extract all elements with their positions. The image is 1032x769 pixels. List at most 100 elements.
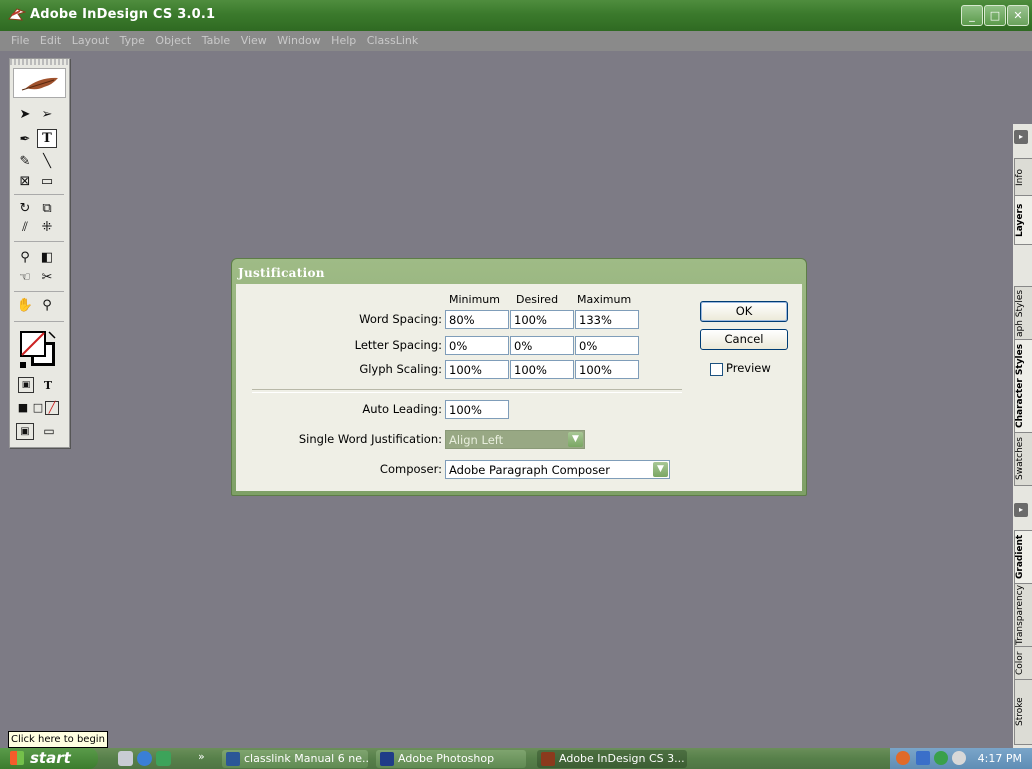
quicklaunch-overflow-icon[interactable]: » [198, 750, 205, 763]
indesign-feather-icon[interactable] [13, 68, 66, 98]
button-icon[interactable]: ☜ [16, 269, 34, 286]
tab-color[interactable]: Color [1014, 646, 1032, 680]
menu-edit[interactable]: Edit [40, 31, 61, 51]
menu-bar: File Edit Layout Type Object Table View … [0, 31, 1032, 51]
tray-network-icon[interactable] [916, 751, 930, 765]
menu-file[interactable]: File [11, 31, 29, 51]
menu-table[interactable]: Table [202, 31, 230, 51]
gradient-icon[interactable]: ◧ [38, 249, 56, 266]
shear-icon[interactable]: ⫽ [16, 219, 34, 236]
fill-stroke-swatch-icon[interactable] [19, 330, 59, 370]
task-adobe-photoshop[interactable]: Adobe Photoshop [376, 750, 526, 768]
preview-label[interactable]: Preview [726, 361, 771, 375]
task-classlink-manual[interactable]: classlink Manual 6 ne... [222, 750, 368, 768]
tab-transparency[interactable]: Transparency [1014, 583, 1032, 647]
word-spacing-label: Word Spacing: [359, 312, 442, 326]
pencil-icon[interactable]: ✎ [16, 153, 34, 170]
tab-swatches[interactable]: Swatches [1014, 432, 1032, 486]
show-desktop-icon[interactable] [118, 751, 133, 766]
panel-expand-icon[interactable]: ▸ [1014, 503, 1028, 517]
close-button[interactable]: ✕ [1007, 5, 1029, 26]
task-adobe-indesign[interactable]: Adobe InDesign CS 3... [537, 750, 687, 768]
chevron-down-icon[interactable]: ▼ [653, 462, 668, 477]
maximize-button[interactable]: □ [984, 5, 1006, 26]
zoom-icon[interactable]: ⚲ [38, 297, 56, 314]
formatting-container-icon[interactable]: ▣ [18, 377, 34, 393]
panel-expand-icon[interactable]: ▸ [1014, 130, 1028, 144]
direct-selection-icon[interactable]: ➢ [38, 106, 56, 123]
letter-spacing-desired-input[interactable]: 0% [510, 336, 574, 355]
composer-select[interactable]: Adobe Paragraph Composer ▼ [445, 460, 670, 479]
glyph-scaling-max-input[interactable]: 100% [575, 360, 639, 379]
free-transform-icon[interactable]: ⁜ [38, 219, 56, 236]
tab-gradient[interactable]: Gradient [1014, 530, 1032, 584]
scale-icon[interactable]: ⧉ [38, 200, 56, 217]
menu-classlink[interactable]: ClassLink [367, 31, 418, 51]
tray-app-icon[interactable] [952, 751, 966, 765]
toolbox-grip[interactable] [10, 59, 69, 65]
indesign-icon [541, 752, 555, 766]
selection-arrow-icon[interactable]: ➤ [16, 106, 34, 123]
word-spacing-max-input[interactable]: 133% [575, 310, 639, 329]
letter-spacing-max-input[interactable]: 0% [575, 336, 639, 355]
start-button[interactable]: start [0, 748, 98, 769]
ok-button[interactable]: OK [700, 301, 788, 322]
word-spacing-min-input[interactable]: 80% [445, 310, 509, 329]
letter-spacing-min-input[interactable]: 0% [445, 336, 509, 355]
photoshop-icon [380, 752, 394, 766]
menu-view[interactable]: View [241, 31, 267, 51]
apply-none-icon[interactable]: ╱ [45, 401, 59, 415]
composer-value: Adobe Paragraph Composer [449, 463, 610, 477]
window-titlebar[interactable]: Adobe InDesign CS 3.0.1 _ □ ✕ [0, 0, 1032, 31]
quicklaunch-app-icon[interactable] [156, 751, 171, 766]
preview-view-icon[interactable]: ▭ [40, 423, 58, 440]
rotate-icon[interactable]: ↻ [16, 200, 34, 217]
menu-layout[interactable]: Layout [72, 31, 109, 51]
eyedropper-icon[interactable]: ⚲ [16, 249, 34, 266]
rectangle-icon[interactable]: ▭ [38, 173, 56, 190]
dialog-title: Justification [238, 266, 325, 280]
normal-view-icon[interactable]: ▣ [16, 423, 34, 440]
start-label: start [30, 749, 71, 767]
toolbox-divider [14, 241, 64, 242]
toolbox-divider [14, 194, 64, 195]
glyph-scaling-desired-input[interactable]: 100% [510, 360, 574, 379]
menu-help[interactable]: Help [331, 31, 356, 51]
tab-stroke[interactable]: Stroke [1014, 679, 1032, 745]
toolbox-panel: ➤ ➢ ✒ T ✎ ╲ ⊠ ▭ ↻ ⧉ ⫽ ⁜ ⚲ ◧ ☜ ✂ ✋ ⚲ ▣ T … [9, 58, 70, 448]
menu-type[interactable]: Type [120, 31, 145, 51]
tab-character-styles[interactable]: Character Styles [1014, 339, 1032, 433]
chevron-down-icon: ▼ [568, 432, 583, 447]
preview-checkbox[interactable] [710, 363, 723, 376]
taskbar: start » classlink Manual 6 ne... Adobe P… [0, 748, 1032, 769]
internet-explorer-icon[interactable] [137, 751, 152, 766]
start-tooltip: Click here to begin [8, 731, 108, 748]
tab-info[interactable]: Info [1014, 158, 1032, 196]
formatting-text-icon[interactable]: T [39, 377, 57, 394]
tab-paragraph-styles[interactable]: aph Styles [1014, 286, 1032, 340]
glyph-scaling-min-input[interactable]: 100% [445, 360, 509, 379]
single-word-justification-select: Align Left ▼ [445, 430, 585, 449]
task-label: classlink Manual 6 ne... [244, 752, 368, 765]
line-icon[interactable]: ╲ [38, 153, 56, 170]
menu-window[interactable]: Window [277, 31, 320, 51]
menu-object[interactable]: Object [155, 31, 191, 51]
rectangle-frame-icon[interactable]: ⊠ [16, 173, 34, 190]
system-tray: 4:17 PM [890, 748, 1032, 769]
taskbar-clock: 4:17 PM [977, 752, 1022, 765]
hand-icon[interactable]: ✋ [16, 297, 34, 314]
column-header-maximum: Maximum [577, 293, 632, 306]
type-tool-icon[interactable]: T [37, 129, 57, 148]
cancel-button[interactable]: Cancel [700, 329, 788, 350]
auto-leading-label: Auto Leading: [362, 402, 442, 416]
scissors-icon[interactable]: ✂ [38, 269, 56, 286]
auto-leading-input[interactable]: 100% [445, 400, 509, 419]
indesign-app-icon [8, 8, 26, 21]
tray-user-icon[interactable] [934, 751, 948, 765]
word-spacing-desired-input[interactable]: 100% [510, 310, 574, 329]
tab-layers[interactable]: Layers [1014, 195, 1032, 245]
tray-arrow-icon[interactable] [896, 751, 910, 765]
minimize-button[interactable]: _ [961, 5, 983, 26]
single-word-justification-label: Single Word Justification: [298, 432, 442, 446]
pen-icon[interactable]: ✒ [16, 131, 34, 148]
